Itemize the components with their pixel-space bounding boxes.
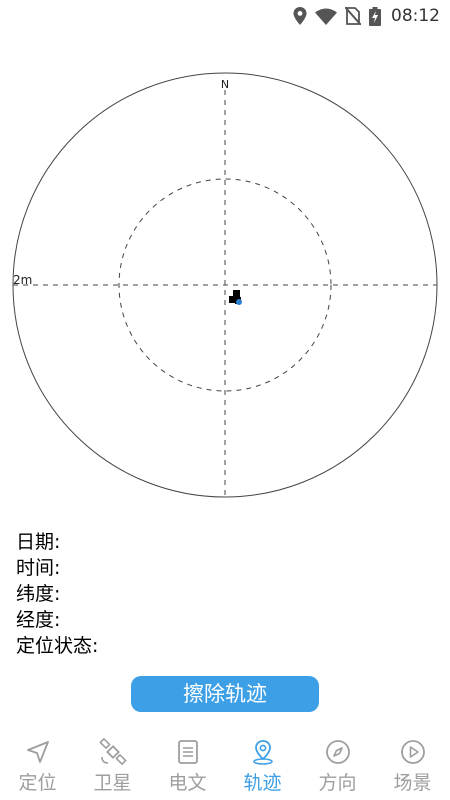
nav-item-label: 方向 — [318, 772, 357, 794]
nav-item-label: 轨迹 — [243, 772, 282, 794]
nav-item-message[interactable]: 电文 — [150, 728, 225, 800]
nav-item-label: 卫星 — [93, 772, 132, 794]
document-icon — [177, 740, 198, 764]
longitude-label: 经度: — [16, 609, 61, 631]
location-icon — [293, 7, 307, 25]
nav-item-label: 定位 — [18, 772, 57, 794]
scale-label: 2m — [13, 273, 32, 287]
no-sim-icon — [345, 7, 361, 25]
nav-item-label: 电文 — [168, 772, 207, 794]
clear-track-button[interactable]: 擦除轨迹 — [131, 676, 319, 712]
nav-item-direction[interactable]: 方向 — [300, 728, 375, 800]
time-label: 时间: — [16, 557, 61, 579]
latitude-label: 纬度: — [16, 583, 61, 605]
map-pin-icon — [252, 740, 273, 765]
status-time: 08:12 — [391, 6, 440, 26]
nav-item-scene[interactable]: 场景 — [375, 728, 450, 800]
compass-icon — [325, 740, 350, 764]
north-label: N — [221, 78, 229, 91]
fix-status-label: 定位状态: — [16, 635, 99, 657]
wifi-icon — [315, 8, 337, 25]
nav-item-label: 场景 — [393, 772, 432, 794]
play-circle-icon — [400, 740, 425, 764]
status-bar: 08:12 — [0, 0, 450, 32]
battery-charging-icon — [369, 6, 381, 26]
nav-item-satellite[interactable]: 卫星 — [75, 728, 150, 800]
bottom-navigation: 定位 卫星 电文 轨迹 方向 场景 — [0, 728, 450, 800]
nav-item-track[interactable]: 轨迹 — [225, 728, 300, 800]
satellite-icon — [98, 738, 127, 766]
current-position-marker — [236, 299, 242, 305]
navigation-arrow-icon — [26, 741, 49, 763]
track-point — [229, 296, 236, 303]
track-point — [233, 290, 240, 297]
date-label: 日期: — [16, 531, 61, 553]
status-icons: 08:12 — [293, 6, 440, 26]
location-info: 日期: 时间: 纬度: 经度: 定位状态: — [16, 529, 98, 659]
track-radar-chart: N 2m — [12, 72, 438, 498]
nav-item-positioning[interactable]: 定位 — [0, 728, 75, 800]
